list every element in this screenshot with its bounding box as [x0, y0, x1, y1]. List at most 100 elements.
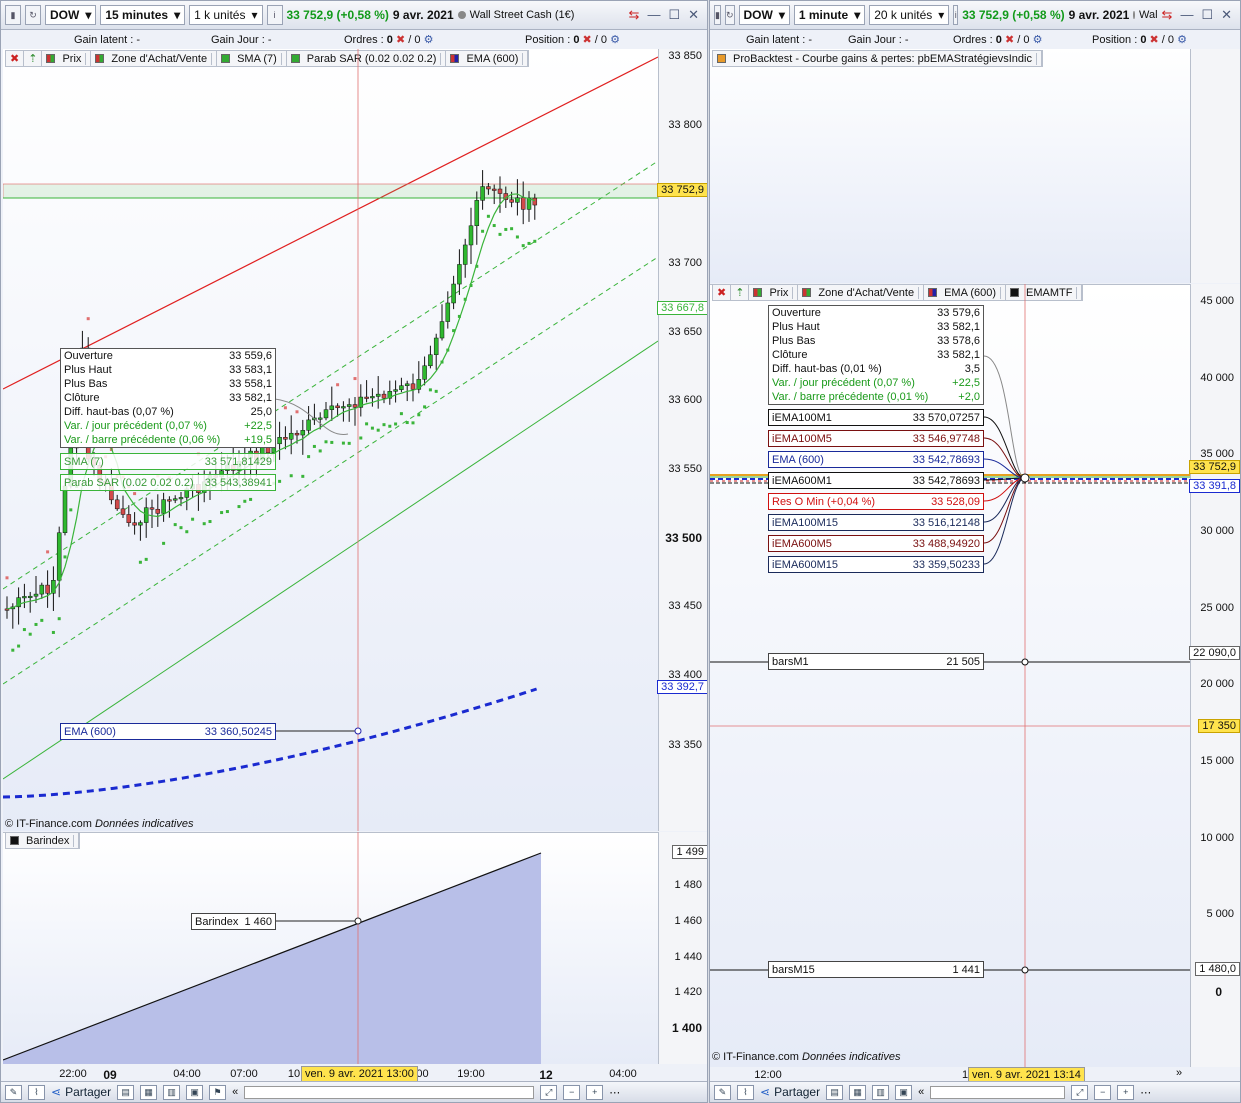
- more-icon[interactable]: ⋯: [609, 1086, 620, 1099]
- scroll-left-icon[interactable]: «: [918, 1086, 924, 1098]
- y-label: 35 000: [1200, 448, 1234, 460]
- more-icon[interactable]: ⋯: [1140, 1086, 1151, 1099]
- candle-body: [486, 186, 491, 190]
- sar-dot: [162, 541, 166, 545]
- y-label: 40 000: [1200, 372, 1234, 384]
- candle-body: [480, 186, 485, 201]
- sync-icon[interactable]: ⇆: [629, 7, 640, 23]
- sar-dot: [533, 239, 537, 243]
- timeframe-selector[interactable]: 1 minute ▾: [793, 5, 866, 25]
- barindex-axis[interactable]: 1 499 1 480 1 460 1 440 1 420 1 400: [658, 832, 707, 1064]
- draw-tool-icon[interactable]: ✎: [5, 1084, 22, 1100]
- y-label: 33 650: [668, 326, 702, 338]
- refresh-icon[interactable]: ↻: [724, 5, 735, 25]
- close-icon[interactable]: ✕: [688, 7, 699, 23]
- sar-dot: [515, 235, 519, 239]
- x-label: 19:00: [457, 1068, 485, 1080]
- window-menu-icon[interactable]: ▮: [714, 5, 721, 25]
- backtest-icon[interactable]: ▥: [163, 1084, 181, 1100]
- comment-icon[interactable]: ▤: [826, 1084, 844, 1100]
- instrument-selector[interactable]: DOW ▾: [738, 5, 790, 25]
- right-price-axis[interactable]: 45 000 40 000 35 000 30 000 25 000 20 00…: [1189, 284, 1240, 1067]
- sar-dot: [376, 428, 380, 432]
- candle-body: [404, 383, 410, 386]
- sar-dot: [138, 560, 142, 564]
- candle-body: [288, 432, 294, 440]
- minimize-icon[interactable]: —: [1180, 7, 1193, 23]
- units-selector[interactable]: 20 k unités ▾: [869, 5, 950, 25]
- maximize-icon[interactable]: ☐: [1201, 7, 1213, 23]
- share-button[interactable]: ⋖ Partager: [760, 1085, 820, 1099]
- screener-icon[interactable]: ▣: [895, 1084, 913, 1100]
- timeframe-selector[interactable]: 15 minutes ▾: [100, 5, 186, 25]
- info-icon[interactable]: i: [953, 5, 959, 25]
- maximize-icon[interactable]: ☐: [668, 7, 680, 23]
- zoom-out-icon[interactable]: −: [563, 1084, 581, 1100]
- backtest-axis[interactable]: [1190, 49, 1240, 283]
- candle-body: [138, 522, 143, 526]
- horizontal-scrollbar[interactable]: [930, 1085, 1066, 1099]
- candle-body: [126, 514, 132, 523]
- sar-dot: [365, 422, 369, 426]
- draw-tool-icon[interactable]: ✎: [714, 1084, 731, 1100]
- screener-icon[interactable]: ▣: [186, 1084, 204, 1100]
- sync-icon[interactable]: ⇆: [1162, 7, 1173, 23]
- barindex-tag: 1 499: [672, 845, 707, 859]
- instrument-selector[interactable]: DOW ▾: [45, 5, 97, 25]
- share-button[interactable]: ⋖ Partager: [51, 1085, 111, 1099]
- candle-body: [526, 197, 532, 210]
- candle-body: [399, 385, 404, 390]
- sar-dot: [330, 440, 334, 444]
- info-icon[interactable]: i: [266, 5, 283, 25]
- backtest-icon[interactable]: ▥: [872, 1084, 890, 1100]
- window-menu-icon[interactable]: ▮: [5, 5, 21, 25]
- comment-icon[interactable]: ▤: [117, 1084, 135, 1100]
- candle-body: [515, 197, 520, 203]
- left-toolbar: ▮ ↻ DOW ▾ 15 minutes ▾ 1 k unités ▾ i 33 75…: [1, 1, 707, 30]
- ema-price-tag: 33 391,8: [1189, 479, 1240, 493]
- ordres[interactable]: Ordres : 0 ✖ / 0 ⚙: [344, 33, 433, 46]
- ohlc-row-var-bar: Var. / barre précédente (0,06 %) +19,5: [64, 434, 272, 446]
- position[interactable]: Position : 0 ✖ / 0 ⚙: [1092, 33, 1187, 46]
- zoom-in-icon[interactable]: +: [1117, 1084, 1135, 1100]
- zoom-fit-icon[interactable]: ⤢: [540, 1084, 558, 1100]
- sar-dot: [417, 413, 421, 417]
- indicator-icon[interactable]: ▦: [849, 1084, 867, 1100]
- indicator-icon[interactable]: ▦: [140, 1084, 158, 1100]
- ordres[interactable]: Ordres : 0 ✖ / 0 ⚙: [953, 33, 1042, 46]
- zoom-fit-icon[interactable]: ⤢: [1071, 1084, 1089, 1100]
- barsm1-label: barsM1 21 505: [768, 653, 984, 670]
- sar-dot: [341, 441, 345, 445]
- right-bottom-toolbar: ✎ ⌇ ⋖ Partager ▤ ▦ ▥ ▣ « ⤢ − + ⋯: [710, 1081, 1240, 1102]
- backtest-legend[interactable]: ProBacktest - Courbe gains & pertes: pbE…: [712, 50, 1043, 67]
- chart-type-icon[interactable]: ⌇: [28, 1084, 45, 1100]
- position[interactable]: Position : 0 ✖ / 0 ⚙: [525, 33, 620, 46]
- candle-body: [439, 321, 445, 339]
- x-label: 10: [287, 1068, 301, 1080]
- alert-icon[interactable]: ⚑: [209, 1084, 227, 1100]
- candle-body: [283, 437, 288, 440]
- ohlc-row: Clôture 33 582,1: [64, 392, 272, 404]
- backtest-panel[interactable]: [710, 49, 1190, 283]
- refresh-icon[interactable]: ↻: [25, 5, 41, 25]
- chart-type-icon[interactable]: ⌇: [737, 1084, 754, 1100]
- candle-body: [474, 200, 480, 227]
- scroll-left-icon[interactable]: «: [232, 1086, 238, 1098]
- right-chart-window: ▮ ↻ DOW ▾ 1 minute ▾ 20 k unités ▾ i 33 752…: [709, 0, 1241, 1103]
- sar-dot: [11, 648, 15, 652]
- barsm15-marker: [1021, 966, 1029, 974]
- barsm1-marker: [1021, 658, 1029, 666]
- close-icon[interactable]: ✕: [1221, 7, 1232, 23]
- minimize-icon[interactable]: —: [647, 7, 660, 23]
- ohlc-row: Plus Bas 33 578,6: [772, 335, 980, 347]
- chevron-down-icon: ▾: [938, 8, 945, 22]
- zoom-in-icon[interactable]: +: [586, 1084, 604, 1100]
- x-label: 22:00: [59, 1068, 87, 1080]
- price-axis[interactable]: 33 850 33 800 33 700 33 650 33 600 33 55…: [657, 49, 707, 831]
- candle-body: [462, 244, 468, 265]
- zoom-out-icon[interactable]: −: [1094, 1084, 1112, 1100]
- units-selector[interactable]: 1 k unités ▾: [189, 5, 263, 25]
- ema-value-label: EMA (600) 33 360,50245: [60, 723, 276, 740]
- scroll-right-icon[interactable]: »: [1176, 1067, 1182, 1079]
- horizontal-scrollbar[interactable]: [244, 1085, 535, 1099]
